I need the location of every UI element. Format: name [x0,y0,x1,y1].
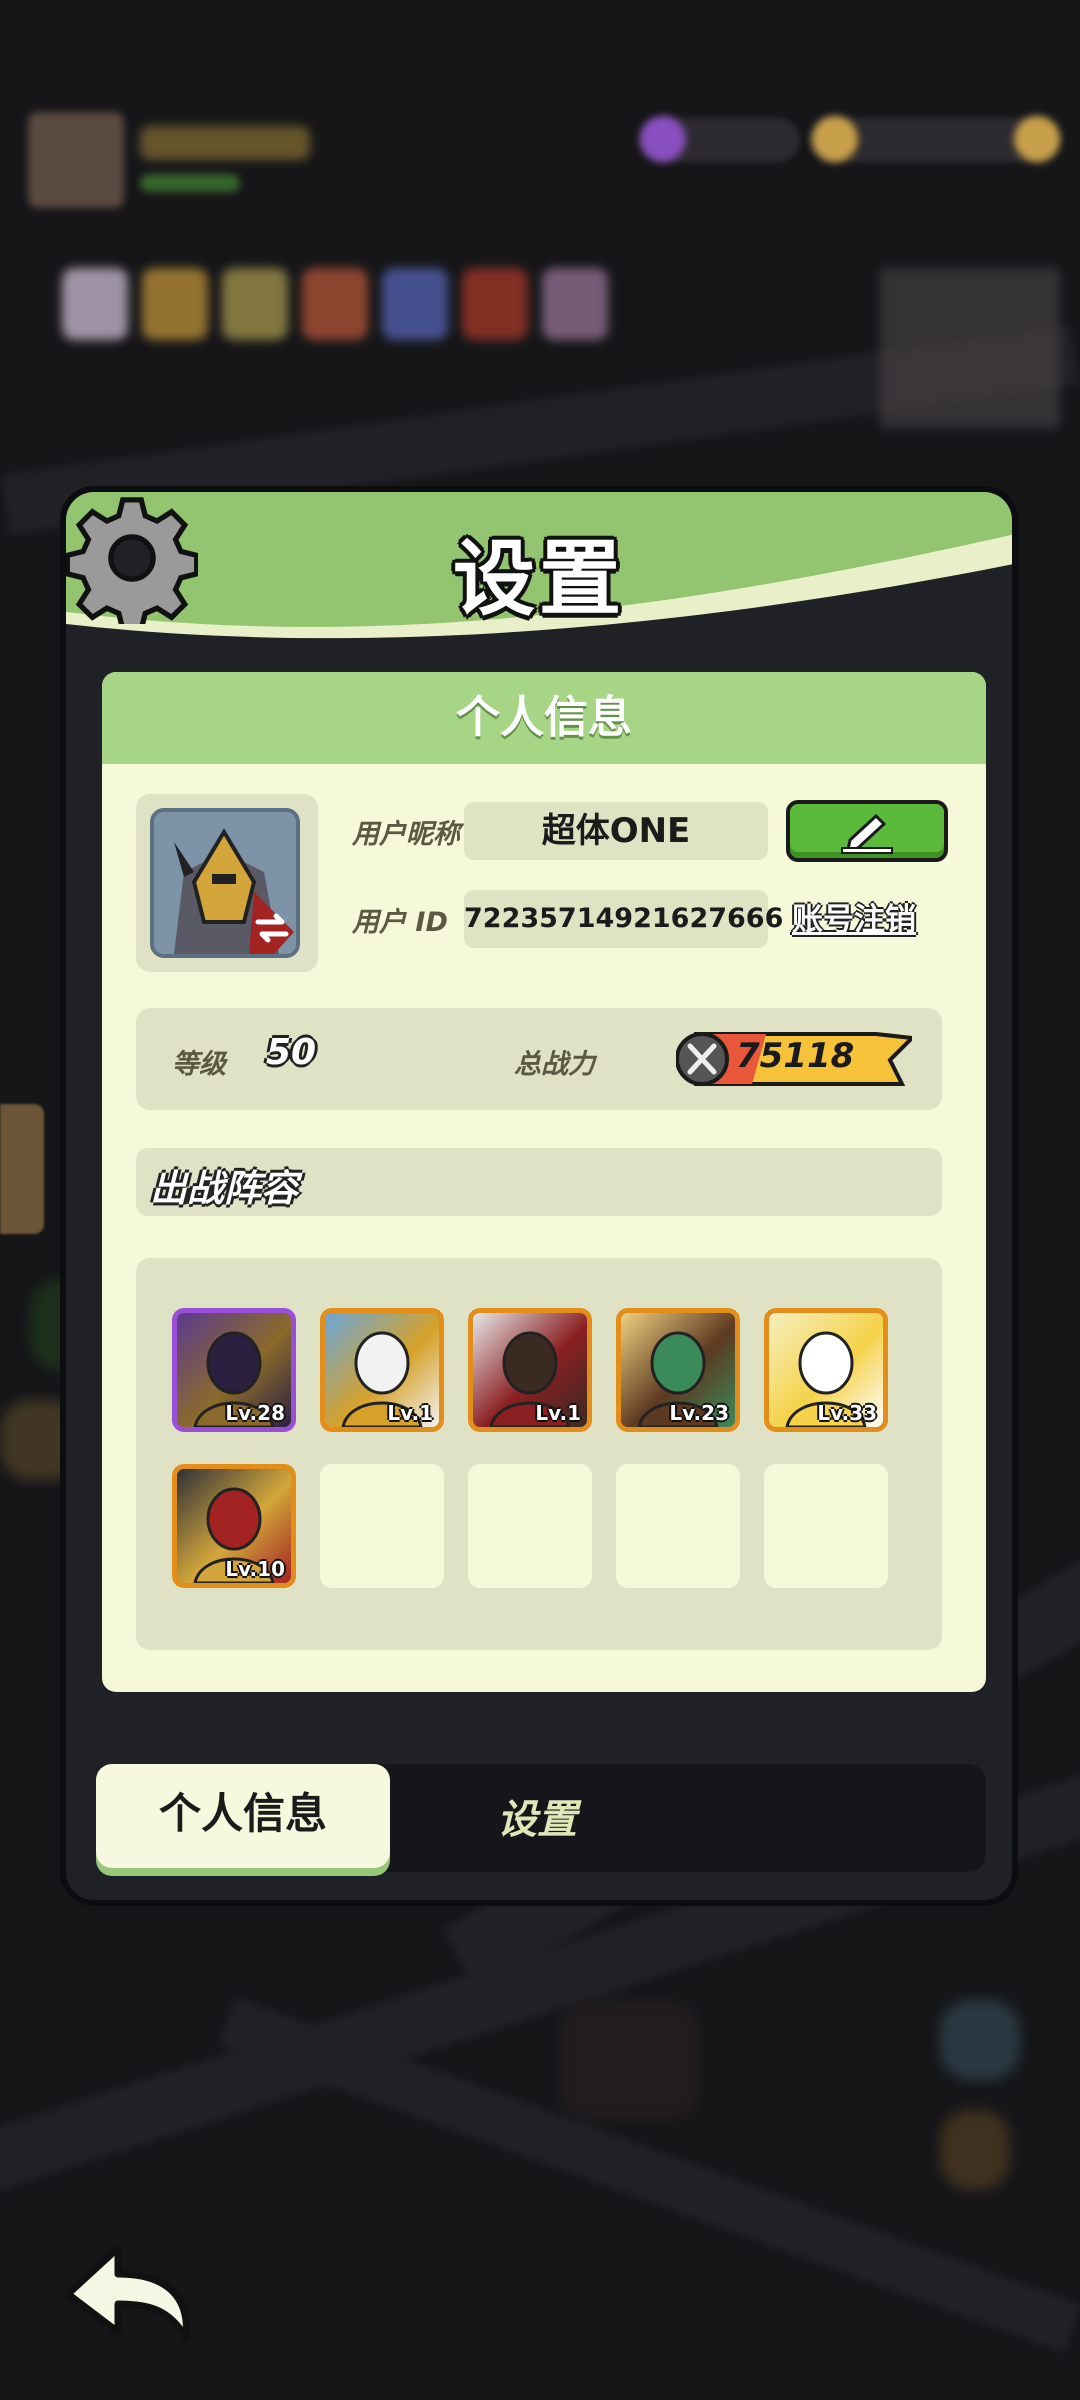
level-label: 等级 [172,1049,226,1080]
hero-level: Lv.33 [817,1401,877,1425]
section-header: 个人信息 [102,672,986,764]
side-shop-tab[interactable] [0,1104,44,1234]
panel-header: 设置 [66,492,1012,640]
nickname-label: 用户昵称 [352,819,460,850]
back-arrow-icon[interactable] [58,2238,198,2348]
top-hero-5[interactable] [382,268,448,340]
tab-settings[interactable]: 设置 [390,1764,684,1868]
top-hero-4[interactable] [302,268,368,340]
player-exp-bar [140,174,240,192]
gold-icon [812,116,858,162]
empty-hero-slot[interactable] [320,1464,444,1588]
nickname-value: 超体ONE [464,802,768,860]
hero-level: Lv.28 [225,1401,285,1425]
hero-slot[interactable]: Lv.28 [172,1308,296,1432]
user-id-value[interactable]: 72235714921627666 [464,890,783,948]
top-hero-1[interactable] [62,268,128,340]
empty-hero-slot[interactable] [764,1464,888,1588]
avatar[interactable] [150,808,300,958]
hero-level: Lv.1 [535,1401,581,1425]
edit-pencil-icon [841,813,893,854]
tab-profile[interactable]: 个人信息 [96,1764,390,1868]
top-hero-3[interactable] [222,268,288,340]
deactivate-account-link[interactable]: 账号注销 [792,894,916,939]
stats-row: 等级 50 总战力 75118 [136,1008,942,1110]
lineup-grid: Lv.28 Lv.1 Lv.1 Lv.23 Lv.33 Lv.10 [136,1258,942,1650]
avatar-frame[interactable] [136,794,318,972]
top-hero-6[interactable] [462,268,528,340]
empty-hero-slot[interactable] [468,1464,592,1588]
lineup-title: 出战阵容 [150,1167,298,1210]
empty-hero-slot[interactable] [616,1464,740,1588]
top-hero-7[interactable] [542,268,608,340]
player-avatar-thumbnail[interactable] [28,112,124,208]
hero-level: Lv.23 [669,1401,729,1425]
lineup-title-bar: 出战阵容 [136,1148,942,1216]
hero-slot[interactable]: Lv.1 [320,1308,444,1432]
hero-slot[interactable]: Lv.33 [764,1308,888,1432]
profile-card: 个人信息 用户昵称 超体ONE 用户 ID 72235714921627666 … [102,672,986,1692]
hero-slot[interactable]: Lv.1 [468,1308,592,1432]
tab-bar: 个人信息 设置 [96,1764,986,1872]
minimap[interactable] [880,268,1060,428]
panel-title: 设置 [452,532,625,627]
edit-nickname-button[interactable] [786,800,948,862]
swap-arrows-icon[interactable] [252,908,292,948]
hero-level: Lv.1 [387,1401,433,1425]
add-gold-icon[interactable] [1014,116,1060,162]
player-name-bar [140,126,310,160]
level-value: 50 [266,1032,317,1073]
hero-level: Lv.10 [225,1557,285,1581]
settings-panel: 设置 个人信息 用户昵称 超体ONE 用户 ID 722357149216276… [60,486,1018,1906]
top-hero-2[interactable] [142,268,208,340]
power-value: 75118 [736,1036,855,1076]
hero-slot[interactable]: Lv.23 [616,1308,740,1432]
user-id-label: 用户 ID [352,907,448,938]
gem-icon [640,116,686,162]
hero-slot[interactable]: Lv.10 [172,1464,296,1588]
power-label: 总战力 [514,1049,595,1080]
